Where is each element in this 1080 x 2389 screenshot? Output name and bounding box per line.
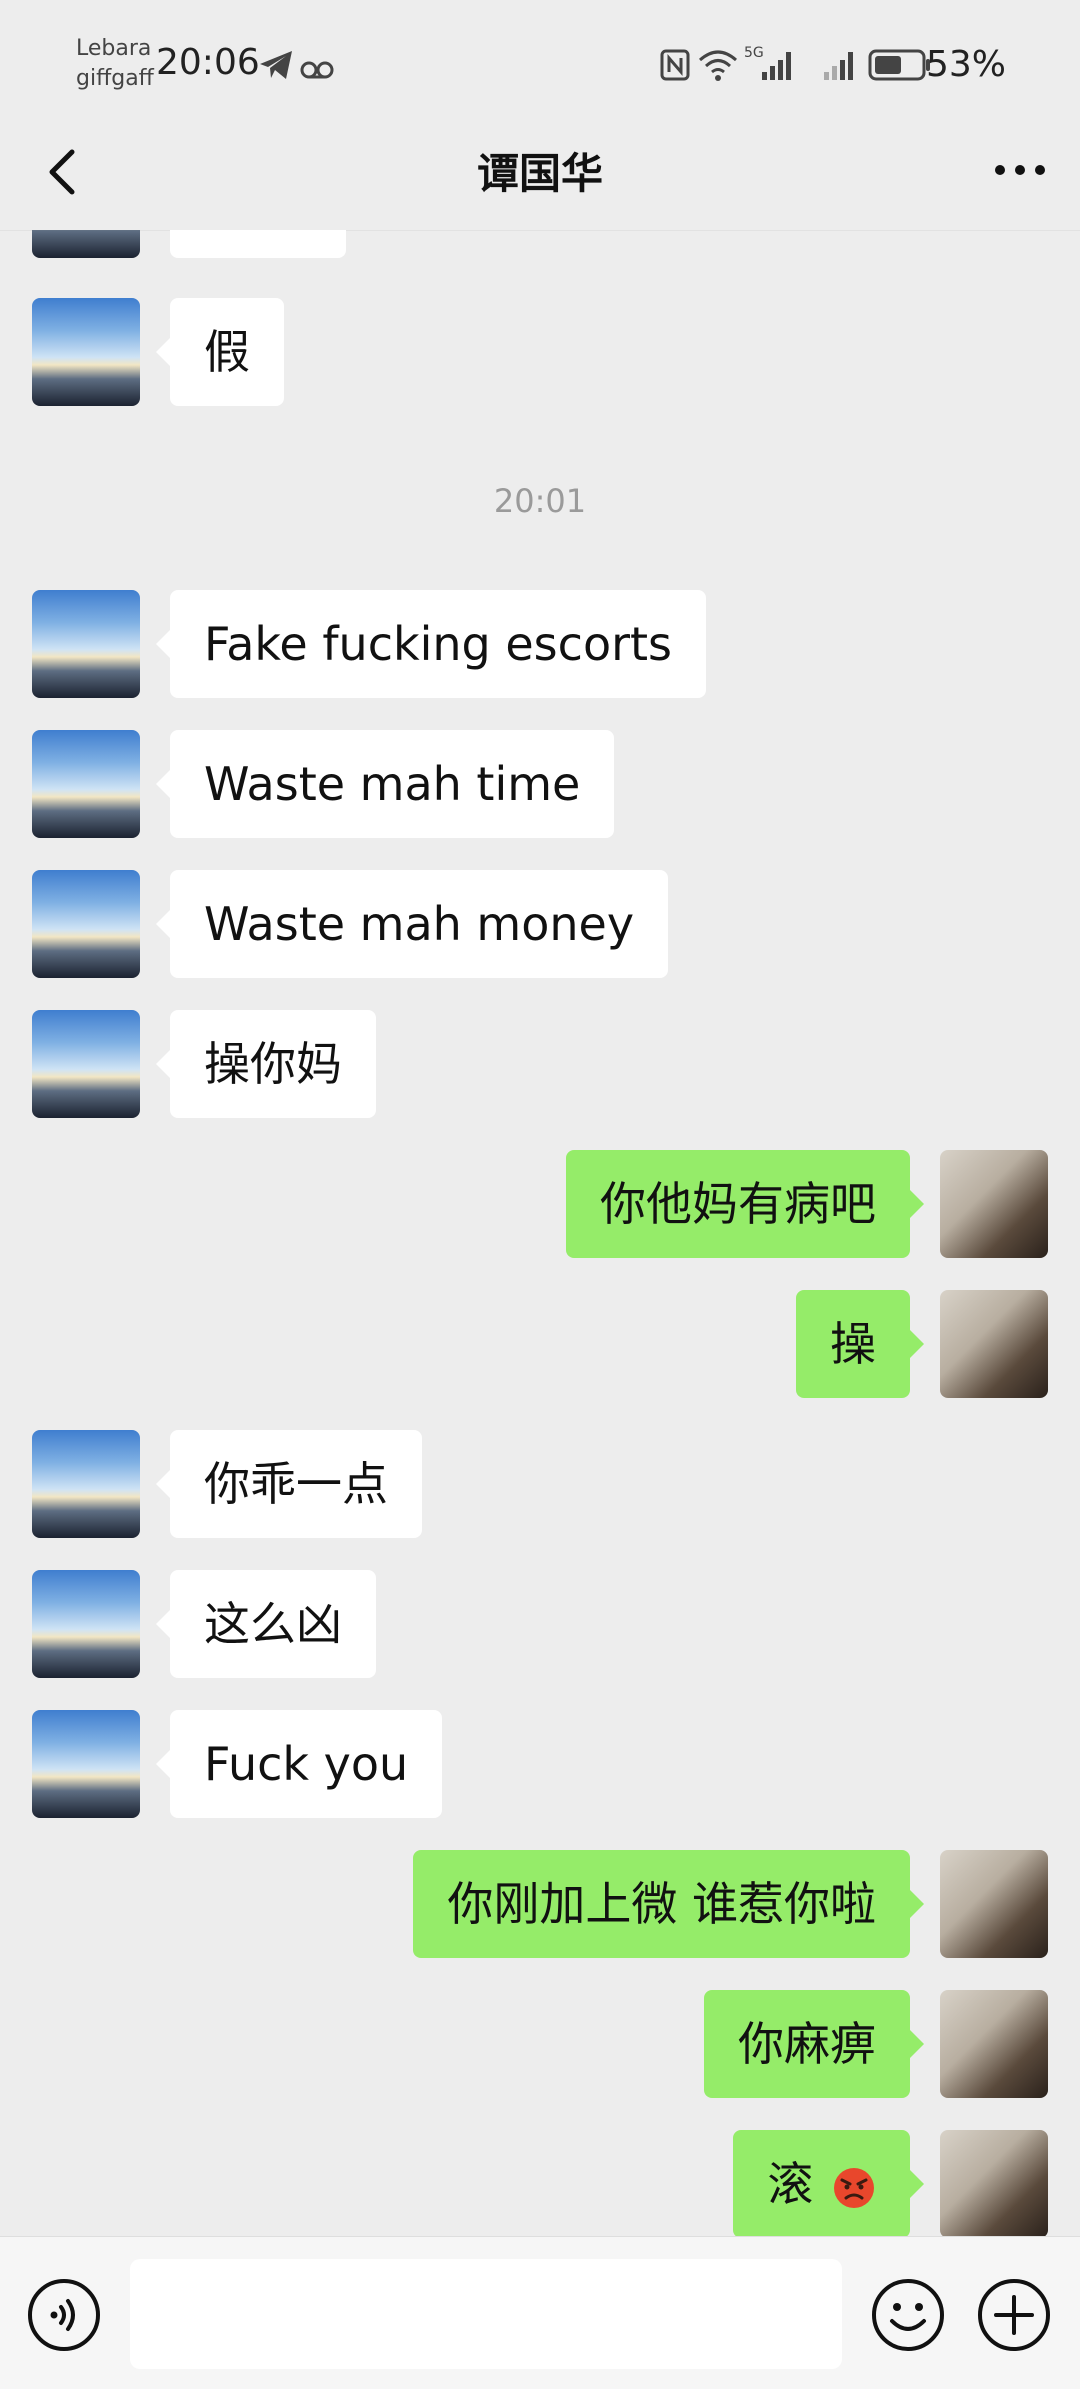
message-row: 假: [0, 298, 1080, 406]
message-input[interactable]: [130, 2259, 842, 2369]
chat-area[interactable]: Fake 假 20:01 Fake fucking escorts Waste …: [0, 230, 1080, 2236]
message-row: Waste mah money: [0, 870, 1080, 978]
message-bubble[interactable]: Fake fucking escorts: [156, 590, 706, 698]
status-time: 20:06: [156, 42, 260, 83]
message-row: Fuck you: [0, 1710, 1080, 1818]
status-bar: Lebara giffgaff 20:06 5G 53%: [0, 0, 1080, 130]
voicemail-icon: [300, 61, 334, 79]
message-bubble[interactable]: 滚: [733, 2130, 924, 2236]
message-row: 你刚加上微 谁惹你啦: [0, 1850, 1080, 1958]
nfc-icon: [660, 49, 690, 81]
message-row: Waste mah time: [0, 730, 1080, 838]
message-row: 你乖一点: [0, 1430, 1080, 1538]
contact-avatar[interactable]: [32, 1010, 140, 1118]
my-avatar[interactable]: [940, 1150, 1048, 1258]
voice-button[interactable]: [26, 2277, 102, 2353]
message-row: 滚: [0, 2130, 1080, 2236]
contact-avatar[interactable]: [32, 1430, 140, 1538]
message-row: 操你妈: [0, 1010, 1080, 1118]
message-bubble[interactable]: Fuck you: [155, 1710, 443, 1818]
plus-button[interactable]: [976, 2277, 1052, 2353]
message-bubble[interactable]: 你麻痹: [704, 1990, 924, 2098]
contact-avatar[interactable]: [32, 298, 140, 406]
carrier-labels: Lebara giffgaff: [76, 34, 154, 94]
message-row: 你麻痹: [0, 1990, 1080, 2098]
message-row: Fake: [0, 230, 1080, 258]
my-avatar[interactable]: [940, 2130, 1048, 2236]
signal-2-icon: [824, 52, 853, 80]
my-avatar[interactable]: [940, 1290, 1048, 1398]
battery-icon: [868, 49, 930, 81]
message-bubble[interactable]: Fake: [170, 230, 346, 258]
message-text: 滚: [767, 2157, 814, 2211]
carrier-1: Lebara: [76, 36, 152, 61]
telegram-icon: [260, 51, 292, 79]
chat-title: 谭国华: [476, 149, 603, 198]
voice-icon: [28, 2279, 100, 2351]
more-dots-icon: [995, 165, 1045, 175]
more-button[interactable]: [990, 150, 1050, 190]
my-avatar[interactable]: [940, 1850, 1048, 1958]
message-bubble[interactable]: 你刚加上微 谁惹你啦: [413, 1850, 924, 1958]
my-avatar[interactable]: [940, 1990, 1048, 2098]
contact-avatar[interactable]: [32, 1710, 140, 1818]
message-bubble[interactable]: 你他妈有病吧: [566, 1150, 924, 1258]
emoji-icon: [872, 2279, 944, 2351]
signal-icon: [762, 52, 791, 80]
message-row: 你他妈有病吧: [0, 1150, 1080, 1258]
message-bubble[interactable]: Waste mah money: [155, 870, 669, 978]
message-bubble[interactable]: 假: [156, 298, 284, 406]
plus-icon: [978, 2279, 1050, 2351]
message-bubble[interactable]: 操: [796, 1290, 924, 1398]
contact-avatar[interactable]: [32, 730, 140, 838]
title-bar: 谭国华: [0, 120, 1080, 231]
contact-avatar[interactable]: [32, 590, 140, 698]
emoji-button[interactable]: [870, 2277, 946, 2353]
message-bubble[interactable]: 你乖一点: [156, 1430, 422, 1538]
contact-avatar[interactable]: [32, 230, 140, 258]
angry-face-icon: [834, 2167, 874, 2208]
wifi-icon: [699, 50, 737, 81]
input-bar: [0, 2236, 1080, 2389]
message-bubble[interactable]: 操你妈: [156, 1010, 376, 1118]
contact-avatar[interactable]: [32, 1570, 140, 1678]
message-row: 这么凶: [0, 1570, 1080, 1678]
message-bubble[interactable]: Waste mah time: [155, 730, 615, 838]
message-bubble[interactable]: 这么凶: [156, 1570, 376, 1678]
message-row: Fake fucking escorts: [0, 590, 1080, 698]
carrier-2: giffgaff: [76, 66, 154, 91]
battery-percentage: 53%: [925, 44, 1006, 85]
contact-avatar[interactable]: [32, 870, 140, 978]
message-row: 操: [0, 1290, 1080, 1398]
message-timestamp: 20:01: [493, 482, 587, 520]
